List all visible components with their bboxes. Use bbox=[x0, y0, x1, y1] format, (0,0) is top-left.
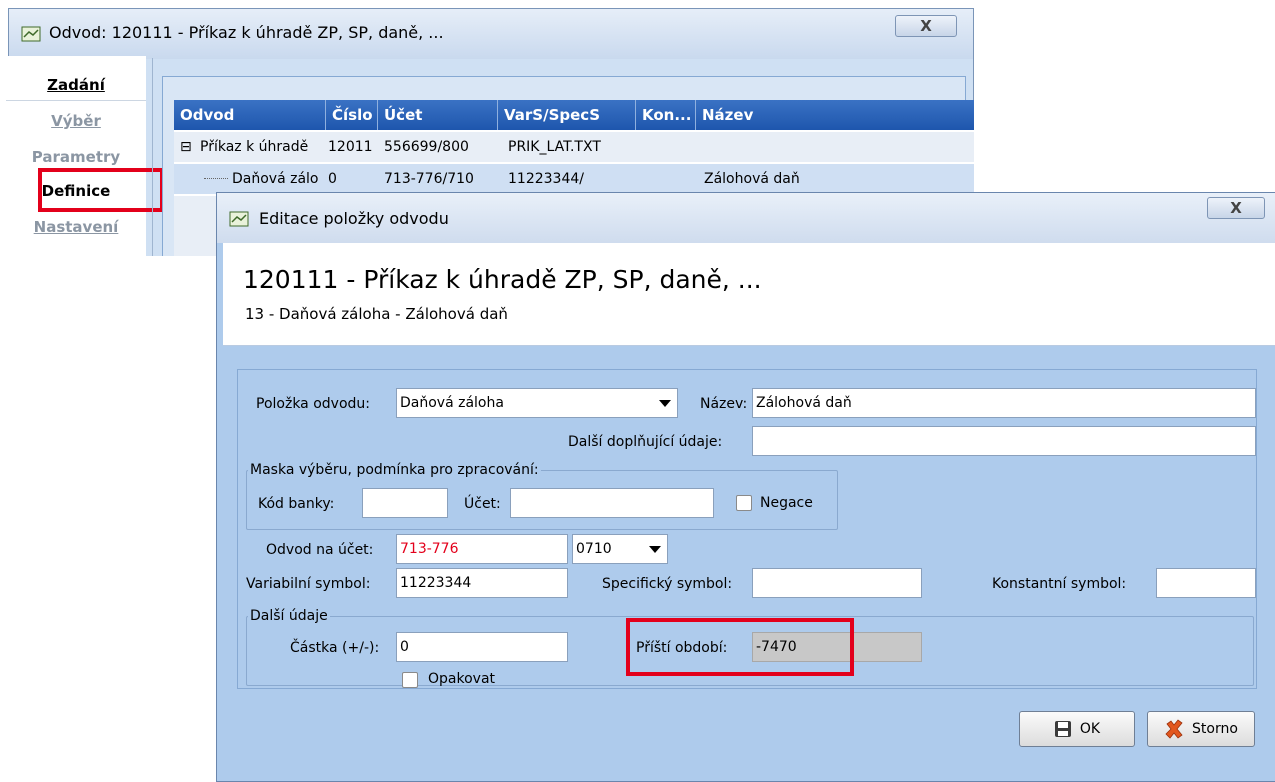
highlight-definice bbox=[38, 168, 164, 212]
close-button[interactable]: X bbox=[895, 15, 957, 37]
close-icon: X bbox=[1230, 199, 1242, 217]
grid-header: Odvod Číslo Účet VarS/SpecS Kon... Název bbox=[174, 100, 974, 130]
nav-item-nastaveni[interactable]: Nastavení bbox=[6, 210, 146, 244]
chevron-down-icon[interactable] bbox=[649, 546, 661, 553]
form-panel: Položka odvodu: Daňová záloha Název: Zál… bbox=[237, 369, 1257, 689]
cell-vars: 11223344/ bbox=[508, 171, 584, 187]
konstantni-symbol-input[interactable] bbox=[1156, 568, 1256, 598]
storno-label: Storno bbox=[1192, 721, 1238, 737]
storno-button[interactable]: Storno bbox=[1147, 711, 1255, 747]
cell-kon bbox=[640, 132, 696, 162]
polozka-odvodu-select[interactable]: Daňová záloha bbox=[396, 388, 678, 418]
cell-cislo: 12011 bbox=[328, 139, 373, 155]
nav-item-zadani[interactable]: Zadání bbox=[6, 68, 146, 102]
cell-odvod: Příkaz k úhradě bbox=[200, 139, 309, 155]
ok-label: OK bbox=[1079, 721, 1101, 737]
odvod-window-titlebar[interactable]: Odvod: 120111 - Příkaz k úhradě ZP, SP, … bbox=[9, 9, 973, 59]
polozka-odvodu-label: Položka odvodu: bbox=[256, 396, 370, 412]
konstantni-symbol-label: Konstantní symbol: bbox=[992, 576, 1127, 592]
nav-item-vyber[interactable]: Výběr bbox=[6, 104, 146, 138]
col-header-ucet[interactable]: Účet bbox=[378, 100, 498, 130]
dialog-subheading: 13 - Daňová záloha - Zálohová daň bbox=[245, 305, 508, 323]
table-row[interactable]: ⊟ Příkaz k úhradě 12011 556699/800 PRIK_… bbox=[174, 132, 974, 162]
chevron-down-icon[interactable] bbox=[659, 400, 671, 407]
close-icon: X bbox=[920, 17, 932, 35]
col-header-vars[interactable]: VarS/SpecS bbox=[498, 100, 636, 130]
odvod-window-title: Odvod: 120111 - Příkaz k úhradě ZP, SP, … bbox=[49, 23, 444, 42]
castka-label: Částka (+/-): bbox=[290, 640, 380, 656]
col-header-nazev[interactable]: Název bbox=[696, 100, 974, 130]
opakovat-checkbox[interactable] bbox=[402, 672, 418, 688]
dalsi-udaje-title: Další údaje bbox=[248, 608, 330, 624]
window-app-icon bbox=[21, 26, 41, 42]
polozka-odvodu-value: Daňová záloha bbox=[400, 395, 504, 411]
cell-odvod: Daňová zálo bbox=[232, 171, 319, 187]
variabilni-symbol-label: Variabilní symbol: bbox=[246, 576, 371, 592]
dialog-header-panel: 120111 - Příkaz k úhradě ZP, SP, daně, .… bbox=[223, 243, 1275, 346]
section-nav: Zadání Výběr Parametry Definice Nastaven… bbox=[6, 56, 146, 256]
ucet-input[interactable] bbox=[510, 488, 714, 518]
editace-dialog-title: Editace položky odvodu bbox=[259, 209, 449, 228]
close-button[interactable]: X bbox=[1207, 197, 1265, 219]
variabilni-symbol-input[interactable]: 11223344 bbox=[396, 568, 568, 598]
cell-kon bbox=[640, 164, 696, 194]
nav-separator bbox=[152, 58, 153, 256]
editace-dialog: Editace položky odvodu X 120111 - Příkaz… bbox=[216, 192, 1275, 782]
nazev-label: Název: bbox=[700, 396, 748, 412]
cell-vars: PRIK_LAT.TXT bbox=[508, 139, 601, 155]
cell-ucet: 713-776/710 bbox=[384, 171, 474, 187]
tree-line bbox=[204, 178, 228, 179]
maska-group-title: Maska výběru, podmínka pro zpracování: bbox=[248, 462, 541, 478]
table-row[interactable]: Daňová zálo 0 713-776/710 11223344/ Zálo… bbox=[174, 164, 974, 194]
cell-nazev bbox=[700, 132, 970, 162]
save-icon bbox=[1054, 721, 1071, 737]
cell-ucet: 556699/800 bbox=[384, 139, 469, 155]
highlight-pristi-obdobi bbox=[626, 618, 854, 676]
dialog-app-icon bbox=[229, 211, 249, 227]
col-header-odvod[interactable]: Odvod bbox=[174, 100, 326, 130]
nazev-input[interactable]: Zálohová daň bbox=[752, 388, 1256, 418]
col-header-kon[interactable]: Kon... bbox=[636, 100, 696, 130]
dialog-heading: 120111 - Příkaz k úhradě ZP, SP, daně, .… bbox=[243, 265, 762, 294]
ucet-label: Účet: bbox=[464, 496, 501, 512]
cell-nazev: Zálohová daň bbox=[704, 171, 800, 187]
negace-label: Negace bbox=[760, 495, 813, 511]
bank-code-select[interactable]: 0710 bbox=[572, 534, 668, 564]
ok-button[interactable]: OK bbox=[1019, 711, 1135, 747]
kod-banky-input[interactable] bbox=[362, 488, 448, 518]
castka-input[interactable]: 0 bbox=[396, 632, 568, 662]
bank-code-value: 0710 bbox=[576, 541, 612, 557]
dalsi-doplnujici-input[interactable] bbox=[752, 426, 1256, 456]
editace-dialog-titlebar[interactable]: Editace položky odvodu X bbox=[217, 193, 1275, 243]
cancel-icon bbox=[1165, 719, 1183, 739]
cell-cislo: 0 bbox=[328, 171, 337, 187]
odvod-na-ucet-label: Odvod na účet: bbox=[266, 542, 374, 558]
kod-banky-label: Kód banky: bbox=[258, 496, 335, 512]
nav-divider bbox=[6, 100, 146, 101]
specificky-symbol-input[interactable] bbox=[752, 568, 922, 598]
specificky-symbol-label: Specifický symbol: bbox=[602, 576, 733, 592]
dalsi-doplnujici-label: Další doplňující údaje: bbox=[568, 434, 723, 450]
col-header-cislo[interactable]: Číslo bbox=[326, 100, 378, 130]
odvod-na-ucet-input[interactable]: 713-776 bbox=[396, 534, 568, 564]
negace-checkbox[interactable] bbox=[736, 495, 752, 511]
opakovat-label: Opakovat bbox=[428, 671, 496, 687]
